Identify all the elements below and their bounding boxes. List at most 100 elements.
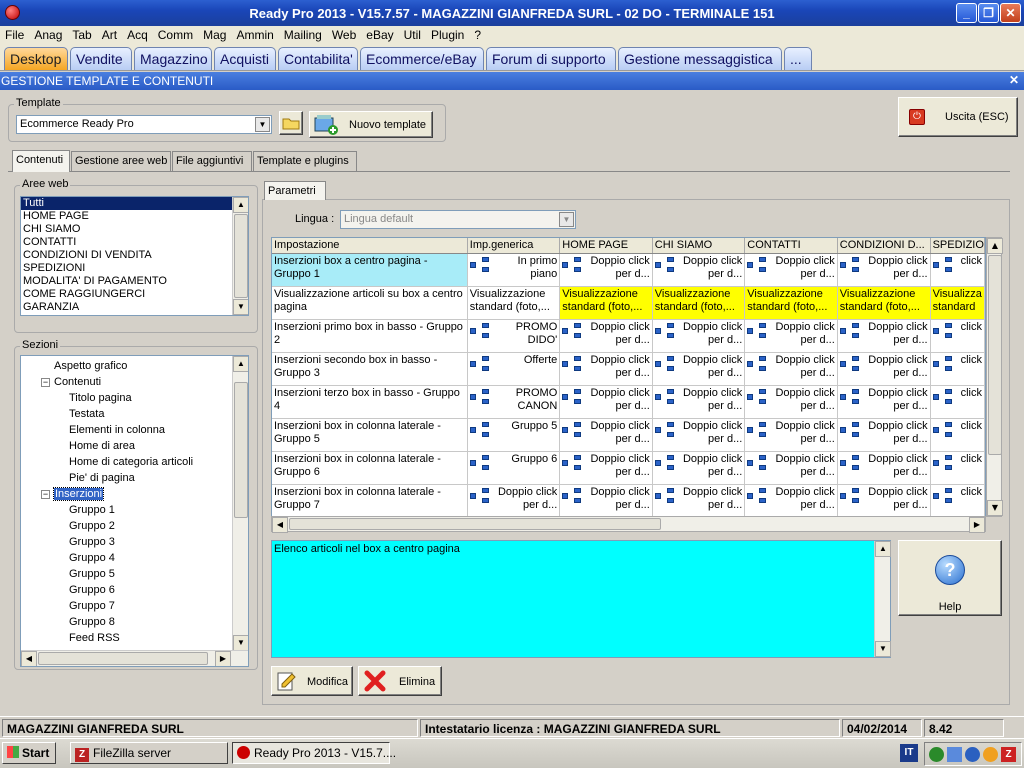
tab-gestione-aree-web[interactable]: Gestione aree web bbox=[71, 151, 171, 171]
area-value[interactable]: Doppio click per d... bbox=[559, 253, 653, 287]
aree-web-list[interactable]: Tutti HOME PAGE CHI SIAMO CONTATTI CONDI… bbox=[20, 196, 249, 316]
setting-name[interactable]: Inserzioni secondo box in basso - Gruppo… bbox=[272, 352, 468, 386]
menu-ebay[interactable]: eBay bbox=[361, 26, 398, 42]
close-button[interactable]: ✕ bbox=[1000, 3, 1021, 23]
restore-button[interactable]: ❐ bbox=[978, 3, 999, 23]
list-item[interactable]: MODALITA' DI PAGAMENTO bbox=[21, 275, 248, 288]
tab-template-plugins[interactable]: Template e plugins bbox=[253, 151, 357, 171]
table-row[interactable]: Inserzioni box in colonna laterale - Gru… bbox=[272, 418, 985, 452]
language-indicator[interactable]: IT bbox=[900, 744, 918, 762]
menu-acq[interactable]: Acq bbox=[122, 26, 153, 42]
hscroll-thumb[interactable] bbox=[289, 518, 661, 530]
setting-name[interactable]: Inserzioni box a centro pagina - Gruppo … bbox=[272, 253, 468, 287]
modifica-button[interactable]: Modifica bbox=[271, 666, 353, 696]
area-value[interactable]: Doppio click per d... bbox=[559, 484, 653, 516]
area-value[interactable]: Doppio click per d... bbox=[744, 253, 838, 287]
area-value[interactable]: Visualizzazione standard (foto,... bbox=[837, 286, 931, 320]
tree-item[interactable]: Pie' di pagina bbox=[69, 472, 135, 484]
area-value[interactable]: click bbox=[930, 253, 985, 287]
tab-forum-supporto[interactable]: Forum di supporto bbox=[486, 47, 616, 70]
column-header[interactable]: CHI SIAMO bbox=[652, 238, 746, 254]
tree-item[interactable]: Gruppo 6 bbox=[69, 584, 115, 596]
table-row[interactable]: Visualizzazione articoli su box a centro… bbox=[272, 286, 985, 320]
sezioni-hscrollbar[interactable]: ◀ ▶ bbox=[21, 650, 248, 666]
tab-contabilita[interactable]: Contabilita' bbox=[278, 47, 358, 70]
area-value[interactable]: Doppio click per d... bbox=[559, 418, 653, 452]
area-value[interactable]: Doppio click per d... bbox=[744, 451, 838, 485]
alert-icon[interactable] bbox=[983, 747, 998, 762]
lingua-select[interactable]: Lingua default ▼ bbox=[340, 210, 576, 229]
tree-item[interactable]: Titolo pagina bbox=[69, 392, 132, 404]
scroll-left-icon[interactable]: ◀ bbox=[21, 651, 37, 666]
table-row[interactable]: Inserzioni secondo box in basso - Gruppo… bbox=[272, 352, 985, 386]
tree-item[interactable]: Gruppo 2 bbox=[69, 520, 115, 532]
list-item[interactable]: SPEDIZIONI bbox=[21, 262, 248, 275]
tree-item[interactable]: Testata bbox=[69, 408, 104, 420]
area-value[interactable]: Doppio click per d... bbox=[652, 352, 746, 386]
area-value[interactable]: Doppio click per d... bbox=[652, 319, 746, 353]
area-value[interactable]: Visualizzazione standard (foto,... bbox=[744, 286, 838, 320]
scroll-right-icon[interactable]: ▶ bbox=[969, 517, 985, 533]
table-row[interactable]: Inserzioni box a centro pagina - Gruppo … bbox=[272, 253, 985, 287]
generic-value[interactable]: Gruppo 5 bbox=[467, 418, 561, 452]
generic-value[interactable]: In primo piano bbox=[467, 253, 561, 287]
area-value[interactable]: click bbox=[930, 385, 985, 419]
setting-name[interactable]: Visualizzazione articoli su box a centro… bbox=[272, 286, 468, 320]
tree-item[interactable]: Aspetto grafico bbox=[54, 360, 127, 372]
area-value[interactable]: click bbox=[930, 451, 985, 485]
taskbar-item-readypro[interactable]: Ready Pro 2013 - V15.7.... bbox=[232, 742, 396, 764]
area-value[interactable]: Doppio click per d... bbox=[744, 418, 838, 452]
area-value[interactable]: Doppio click per d... bbox=[559, 451, 653, 485]
panel-close-icon[interactable]: ✕ bbox=[1009, 73, 1019, 87]
table-row[interactable]: Inserzioni terzo box in basso - Gruppo 4… bbox=[272, 385, 985, 419]
area-value[interactable]: Doppio click per d... bbox=[837, 253, 931, 287]
hscroll-thumb[interactable] bbox=[38, 652, 208, 665]
generic-value[interactable]: Visualizzazione standard (foto,... bbox=[467, 286, 561, 320]
scroll-down-icon[interactable]: ▼ bbox=[233, 635, 248, 651]
area-value[interactable]: click bbox=[930, 484, 985, 516]
tab-desktop[interactable]: Desktop bbox=[4, 47, 68, 70]
list-item[interactable]: GARANZIA bbox=[21, 301, 248, 314]
tree-item[interactable]: Home di area bbox=[69, 440, 135, 452]
table-row[interactable]: Inserzioni primo box in basso - Gruppo 2… bbox=[272, 319, 985, 353]
open-folder-button[interactable] bbox=[279, 111, 303, 135]
area-value[interactable]: Doppio click per d... bbox=[744, 385, 838, 419]
area-value[interactable]: Doppio click per d... bbox=[837, 385, 931, 419]
scroll-down-icon[interactable]: ▼ bbox=[987, 500, 1003, 516]
area-value[interactable]: Doppio click per d... bbox=[837, 319, 931, 353]
scroll-up-icon[interactable]: ▲ bbox=[987, 238, 1003, 254]
new-template-button[interactable]: Nuovo template bbox=[309, 111, 433, 138]
tree-item[interactable]: Contenuti bbox=[54, 376, 101, 388]
column-header[interactable]: CONDIZIONI D... bbox=[837, 238, 931, 254]
generic-value[interactable]: Offerte bbox=[467, 352, 561, 386]
area-value[interactable]: Doppio click per d... bbox=[837, 451, 931, 485]
column-header[interactable]: HOME PAGE bbox=[559, 238, 653, 254]
tab-contenuti[interactable]: Contenuti bbox=[12, 150, 70, 172]
minimize-button[interactable]: _ bbox=[956, 3, 977, 23]
network-icon[interactable] bbox=[929, 747, 944, 762]
tab-parametri[interactable]: Parametri bbox=[264, 181, 326, 200]
menu-mailing[interactable]: Mailing bbox=[279, 26, 327, 42]
chevron-down-icon[interactable]: ▼ bbox=[559, 212, 574, 227]
generic-value[interactable]: Doppio click per d... bbox=[467, 484, 561, 516]
help-button[interactable]: ? Help bbox=[898, 540, 1002, 616]
scroll-left-icon[interactable]: ◀ bbox=[272, 517, 288, 533]
tab-file-aggiuntivi[interactable]: File aggiuntivi bbox=[172, 151, 252, 171]
menu-ammin[interactable]: Ammin bbox=[231, 26, 278, 42]
tab-more[interactable]: ... bbox=[784, 47, 812, 70]
menu-tab[interactable]: Tab bbox=[67, 26, 96, 42]
tree-item[interactable]: Gruppo 8 bbox=[69, 616, 115, 628]
table-row[interactable]: Inserzioni box in colonna laterale - Gru… bbox=[272, 484, 985, 516]
area-value[interactable]: Doppio click per d... bbox=[652, 253, 746, 287]
area-value[interactable]: Doppio click per d... bbox=[652, 484, 746, 516]
parameters-grid[interactable]: Impostazione Imp.generica HOME PAGE CHI SIA… bbox=[271, 237, 986, 517]
tab-magazzino[interactable]: Magazzino bbox=[134, 47, 212, 70]
generic-value[interactable]: PROMO CANON bbox=[467, 385, 561, 419]
scroll-down-icon[interactable]: ▼ bbox=[875, 641, 891, 657]
list-item[interactable]: HOME PAGE bbox=[21, 210, 248, 223]
area-value[interactable]: click bbox=[930, 319, 985, 353]
scroll-up-icon[interactable]: ▲ bbox=[233, 197, 248, 213]
elimina-button[interactable]: Elimina bbox=[358, 666, 442, 696]
area-value[interactable]: Doppio click per d... bbox=[559, 319, 653, 353]
setting-name[interactable]: Inserzioni box in colonna laterale - Gru… bbox=[272, 484, 468, 516]
